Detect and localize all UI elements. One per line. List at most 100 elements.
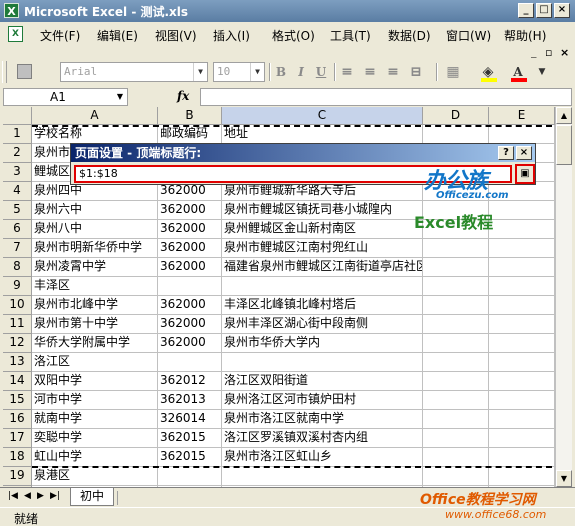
font-name-box[interactable]: Arial ▼ xyxy=(60,62,208,82)
cell-a[interactable]: 学校名称 xyxy=(32,125,158,144)
row-header[interactable]: 13 xyxy=(3,353,32,372)
cell-e[interactable] xyxy=(489,201,555,220)
cell-b[interactable]: 326014 xyxy=(158,410,222,429)
cell-e[interactable] xyxy=(489,391,555,410)
cell-d[interactable] xyxy=(423,372,489,391)
close-button[interactable]: × xyxy=(554,3,570,18)
scroll-down-icon[interactable]: ▼ xyxy=(556,470,572,487)
cell-c[interactable]: 泉州市洛江区就南中学 xyxy=(222,410,423,429)
menu-help[interactable]: 帮助(H) xyxy=(504,27,546,44)
select-all-corner[interactable] xyxy=(3,107,32,125)
align-right-icon[interactable]: ≡ xyxy=(385,64,401,80)
cell-b[interactable]: 362000 xyxy=(158,296,222,315)
cell-e[interactable] xyxy=(489,258,555,277)
row-header[interactable]: 16 xyxy=(3,410,32,429)
minimize-button[interactable]: _ xyxy=(518,3,534,18)
cell-d[interactable] xyxy=(423,296,489,315)
cell-a[interactable]: 就南中学 xyxy=(32,410,158,429)
cell-c[interactable]: 泉州鲤城区金山新村南区 xyxy=(222,220,423,239)
cell-d[interactable] xyxy=(423,258,489,277)
cell-c[interactable]: 丰泽区北峰镇北峰村塔后 xyxy=(222,296,423,315)
cell-b[interactable]: 邮政编码 xyxy=(158,125,222,144)
chevron-down-icon[interactable]: ▼ xyxy=(113,89,127,105)
cell-b[interactable]: 362000 xyxy=(158,258,222,277)
row-header[interactable]: 5 xyxy=(3,201,32,220)
dialog-close-button[interactable]: × xyxy=(516,146,532,160)
cell-a[interactable]: 泉州市明新华侨中学 xyxy=(32,239,158,258)
menu-view[interactable]: 视图(V) xyxy=(155,27,197,44)
cell-e[interactable] xyxy=(489,277,555,296)
cell-a[interactable]: 洛江区 xyxy=(32,353,158,372)
cell-d[interactable] xyxy=(423,467,489,486)
row-header[interactable]: 7 xyxy=(3,239,32,258)
align-left-icon[interactable]: ≡ xyxy=(339,64,355,80)
cell-e[interactable] xyxy=(489,429,555,448)
maximize-button[interactable]: □ xyxy=(536,3,552,18)
cell-b[interactable]: 362000 xyxy=(158,315,222,334)
cell-a[interactable]: 泉州市北峰中学 xyxy=(32,296,158,315)
cell-b[interactable]: 362012 xyxy=(158,372,222,391)
cell-b[interactable]: 362000 xyxy=(158,239,222,258)
row-header[interactable]: 8 xyxy=(3,258,32,277)
toolbar-grip[interactable] xyxy=(2,61,7,83)
menu-window[interactable]: 窗口(W) xyxy=(446,27,491,44)
cell-c[interactable] xyxy=(222,277,423,296)
menu-file[interactable]: 文件(F) xyxy=(40,27,80,44)
cell-c[interactable]: 泉州市鲤城区镇抚司巷小城隍内 xyxy=(222,201,423,220)
column-header-c[interactable]: C xyxy=(222,107,423,125)
bold-button[interactable]: B xyxy=(273,64,289,80)
cell-b[interactable] xyxy=(158,353,222,372)
row-header[interactable]: 11 xyxy=(3,315,32,334)
first-sheet-icon[interactable]: |◀ xyxy=(8,491,18,501)
font-size-box[interactable]: 10 ▼ xyxy=(213,62,265,82)
column-header-e[interactable]: E xyxy=(489,107,555,125)
cell-b[interactable]: 362013 xyxy=(158,391,222,410)
cell-c[interactable]: 洛江区罗溪镇双溪村杏内组 xyxy=(222,429,423,448)
fx-icon[interactable]: fx xyxy=(177,89,189,103)
cell-d[interactable] xyxy=(423,277,489,296)
cell-e[interactable] xyxy=(489,315,555,334)
horizontal-scrollbar[interactable] xyxy=(117,491,372,505)
cell-d[interactable] xyxy=(423,315,489,334)
row-header[interactable]: 1 xyxy=(3,125,32,144)
row-header[interactable]: 17 xyxy=(3,429,32,448)
column-header-d[interactable]: D xyxy=(423,107,489,125)
row-header[interactable]: 19 xyxy=(3,467,32,486)
cell-e[interactable] xyxy=(489,220,555,239)
cell-e[interactable] xyxy=(489,410,555,429)
cell-c[interactable]: 泉州市鲤城区江南村兜红山 xyxy=(222,239,423,258)
menu-tools[interactable]: 工具(T) xyxy=(330,27,371,44)
excel-app-icon[interactable]: X xyxy=(4,3,19,18)
cell-c[interactable]: 泉州洛江区河市镇炉田村 xyxy=(222,391,423,410)
cell-c[interactable]: 泉州市华侨大学内 xyxy=(222,334,423,353)
underline-button[interactable]: U xyxy=(313,64,329,80)
chevron-down-icon[interactable]: ▼ xyxy=(250,63,264,81)
row-header[interactable]: 10 xyxy=(3,296,32,315)
cell-c[interactable]: 泉州市洛江区虹山乡 xyxy=(222,448,423,467)
row-header[interactable]: 2 xyxy=(3,144,32,163)
cell-b[interactable] xyxy=(158,467,222,486)
dialog-help-button[interactable]: ? xyxy=(498,146,514,160)
cell-e[interactable] xyxy=(489,125,555,144)
cell-d[interactable] xyxy=(423,391,489,410)
cell-d[interactable] xyxy=(423,448,489,467)
cell-a[interactable]: 华侨大学附属中学 xyxy=(32,334,158,353)
cell-a[interactable]: 泉州六中 xyxy=(32,201,158,220)
cell-b[interactable] xyxy=(158,277,222,296)
cell-d[interactable] xyxy=(423,239,489,258)
cell-e[interactable] xyxy=(489,334,555,353)
cell-a[interactable]: 泉港区 xyxy=(32,467,158,486)
workbook-icon[interactable]: X xyxy=(8,26,23,42)
prev-sheet-icon[interactable]: ◀ xyxy=(24,491,31,501)
cell-a[interactable]: 泉州凌霄中学 xyxy=(32,258,158,277)
cell-c[interactable]: 洛江区双阳街道 xyxy=(222,372,423,391)
cell-b[interactable]: 362000 xyxy=(158,334,222,353)
row-header[interactable]: 4 xyxy=(3,182,32,201)
column-header-b[interactable]: B xyxy=(158,107,222,125)
cell-c[interactable]: 地址 xyxy=(222,125,423,144)
menu-edit[interactable]: 编辑(E) xyxy=(97,27,138,44)
cell-b[interactable]: 362015 xyxy=(158,448,222,467)
chevron-down-icon[interactable]: ▼ xyxy=(193,63,207,81)
cell-a[interactable]: 双阳中学 xyxy=(32,372,158,391)
menu-format[interactable]: 格式(O) xyxy=(272,27,315,44)
